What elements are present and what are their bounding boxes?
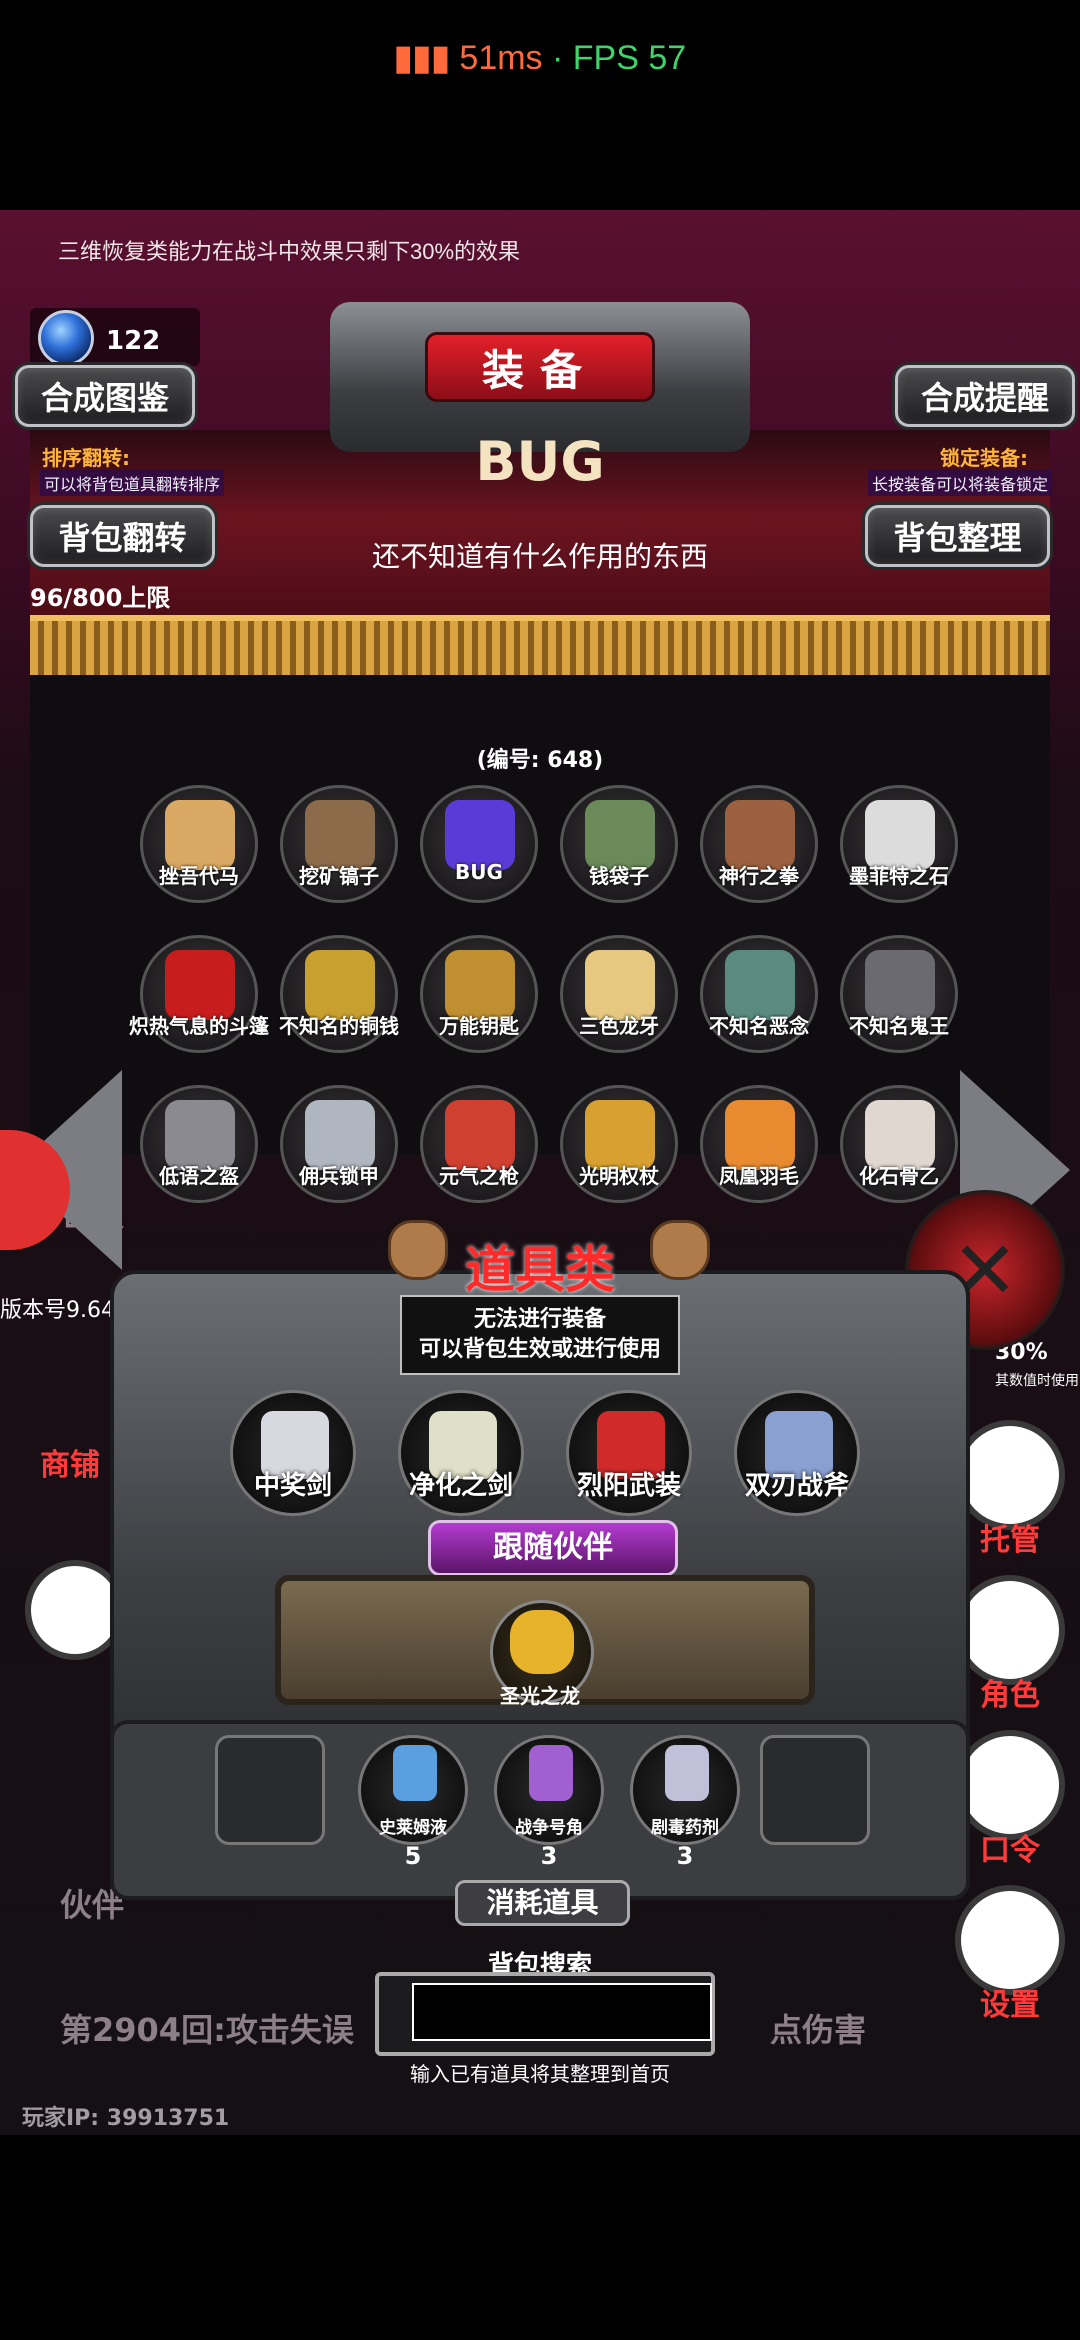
latency-text: 51ms bbox=[459, 39, 543, 77]
gem-icon bbox=[38, 310, 94, 366]
inventory-item-label: 万能钥匙 bbox=[439, 1014, 519, 1038]
category-item-label: 双刃战斧 bbox=[744, 1471, 849, 1501]
consumable-count: 5 bbox=[404, 1842, 422, 1870]
potion-icon bbox=[393, 1745, 437, 1801]
consumable-slot-empty[interactable] bbox=[215, 1735, 325, 1845]
consumable-count: 3 bbox=[540, 1842, 558, 1870]
companion-name: 圣光之龙 bbox=[500, 1684, 580, 1708]
bag-search-input[interactable] bbox=[412, 1983, 712, 2041]
synthesis-reminder-button[interactable]: 合成提醒 bbox=[895, 365, 1075, 427]
category-item-label: 烈阳武装 bbox=[576, 1471, 681, 1501]
performance-readout: ▮▮▮ 51ms · FPS 57 bbox=[393, 39, 687, 77]
consumable-label: 剧毒药剂 bbox=[651, 1818, 719, 1838]
category-item-label: 中奖剑 bbox=[253, 1471, 332, 1501]
category-description: 无法进行装备 可以背包生效或进行使用 bbox=[400, 1295, 680, 1375]
top-hint: 三维恢复类能力在战斗中效果只剩下30%的效果 bbox=[58, 239, 521, 264]
inventory-item-label: 钱袋子 bbox=[589, 864, 649, 888]
selected-item-description: 还不知道有什么作用的东西 bbox=[371, 540, 708, 573]
inventory-item-label: 挖矿镐子 bbox=[299, 864, 379, 888]
category-item-label: 净化之剑 bbox=[408, 1471, 513, 1501]
bottom-bar bbox=[0, 2135, 1080, 2340]
selected-item-number: (编号: 648) bbox=[476, 748, 604, 773]
consumable-slot-empty[interactable] bbox=[760, 1735, 870, 1845]
settings-label: 设置 bbox=[980, 1988, 1040, 2023]
dragon-icon bbox=[510, 1610, 574, 1674]
fps-text: FPS 57 bbox=[572, 39, 687, 77]
inventory-item-label: 神行之拳 bbox=[719, 864, 799, 888]
inventory-item-label: 光明权杖 bbox=[579, 1164, 659, 1188]
search-hint: 输入已有道具将其整理到首页 bbox=[410, 2062, 670, 2086]
status-bar: ▮▮▮ 51ms · FPS 57 bbox=[0, 0, 1080, 210]
percent-sub: 其数值时使用 bbox=[995, 1373, 1079, 1389]
inventory-item-label: 墨菲特之石 bbox=[849, 864, 949, 888]
companion-banner: 跟随伙伴 bbox=[428, 1520, 678, 1576]
curtain-fringe bbox=[30, 615, 1050, 675]
inventory-item-label: BUG bbox=[455, 860, 503, 884]
potion-icon bbox=[665, 1745, 709, 1801]
signal-icon: ▮▮▮ bbox=[393, 39, 450, 77]
synthesis-codex-button[interactable]: 合成图鉴 bbox=[15, 365, 195, 427]
potion-icon bbox=[529, 1745, 573, 1801]
consumables-title: 消耗道具 bbox=[455, 1880, 630, 1926]
shop-label: 商铺 bbox=[40, 1448, 100, 1483]
log-line: 第2904回:攻击失误 bbox=[60, 2011, 354, 2049]
code-button[interactable] bbox=[955, 1730, 1065, 1840]
gem-count: 122 bbox=[106, 326, 161, 356]
inventory-item-label: 三色龙牙 bbox=[579, 1014, 659, 1038]
player-ip: 玩家IP: 39913751 bbox=[22, 2106, 230, 2131]
inventory-item-label: 挫吾代马 bbox=[159, 864, 239, 888]
log-line: 点伤害 bbox=[770, 2011, 867, 2049]
screen-title: 装备 bbox=[425, 332, 655, 402]
stewardship-button[interactable] bbox=[955, 1420, 1065, 1530]
inventory-item-label: 低语之盔 bbox=[159, 1164, 239, 1188]
inventory-item-label: 化石骨乙 bbox=[859, 1164, 939, 1188]
inventory-item-label: 不知名的铜钱 bbox=[279, 1014, 399, 1038]
game-screen: 三维恢复类能力在战斗中效果只剩下30%的效果 女巫 烈焰 亡灵 伙伴 第2904… bbox=[0, 210, 1080, 2135]
role-button[interactable] bbox=[955, 1575, 1065, 1685]
inventory-item-label: 凤凰羽毛 bbox=[719, 1164, 799, 1188]
inventory-item-label: 不知名鬼王 bbox=[849, 1014, 949, 1038]
consumable-label: 史莱姆液 bbox=[379, 1818, 447, 1838]
category-title: 道具类 bbox=[465, 1241, 615, 1299]
inventory-item-label: 不知名恶念 bbox=[709, 1014, 809, 1038]
inventory-item-label: 元气之枪 bbox=[439, 1164, 519, 1188]
bag-capacity: 96/800上限 bbox=[30, 584, 171, 612]
inventory-slot[interactable] bbox=[420, 785, 538, 903]
consumable-count: 3 bbox=[676, 1842, 694, 1870]
inventory-item-label: 炽热气息的斗篷 bbox=[129, 1014, 269, 1038]
consumable-label: 战争号角 bbox=[515, 1818, 583, 1838]
inventory-item-label: 佣兵锁甲 bbox=[299, 1164, 379, 1188]
selected-item-name: BUG bbox=[475, 430, 605, 493]
